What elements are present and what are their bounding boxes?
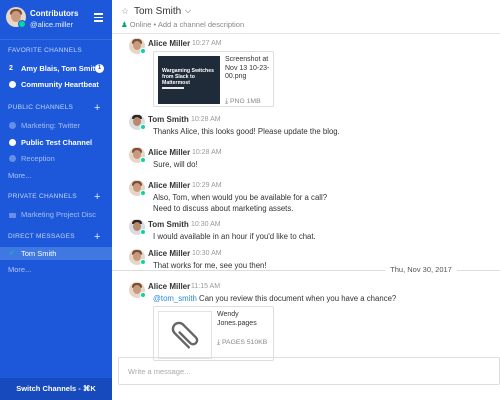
add-private-channel-icon[interactable]: + [94,192,100,203]
online-status-text: Online [129,20,152,29]
public-channels-more-link[interactable]: More... [8,171,31,180]
download-icon[interactable]: ⤓ [217,339,220,346]
online-status-icon [140,292,146,298]
online-status-icon [140,229,146,235]
post-username[interactable]: Alice Miller [148,249,190,258]
message-list[interactable]: Alice Miller 10:27 AM Wargaming Switches… [112,34,500,361]
sidebar-item-label: Public Test Channel [21,138,93,147]
post: Alice Miller 10:27 AM Wargaming Switches… [112,34,500,110]
lock-icon [9,213,16,218]
post-time: 10:28 AM [192,149,222,156]
sidebar-item-label: Community Heartbeat [21,80,99,89]
post-time: 11:15 AM [191,283,221,290]
online-check-icon: ✓ [9,250,15,257]
online-status-icon [140,157,146,163]
sidebar-item-label: Amy Blais, Tom Smith [21,64,100,73]
date-separator-label: Thu, Nov 30, 2017 [385,265,457,274]
post-time: 10:30 AM [191,221,221,228]
message-input[interactable] [119,358,499,384]
globe-icon [9,155,16,162]
globe-icon [9,122,16,129]
add-description-link[interactable]: Add a channel description [158,20,244,29]
post: Tom Smith 10:30 AM I would available in … [112,217,500,246]
favorite-channels-header: FAVORITE CHANNELS [8,47,82,54]
post-username[interactable]: Tom Smith [148,115,189,124]
file-thumbnail[interactable]: Wargaming Switches from Slack to Matterm… [158,56,220,104]
private-channels-header: PRIVATE CHANNELS [8,193,77,200]
post-message-line: Also, Tom, when would you be available f… [153,193,328,202]
user-status-icon: ♟ [121,20,128,29]
separator: • [153,20,157,29]
sidebar-item-community-heartbeat[interactable]: Community Heartbeat [0,78,112,91]
unread-badge: 1 [95,64,104,73]
message-input-box[interactable] [118,357,500,385]
team-name: Contributors [30,9,79,18]
file-name[interactable]: Screenshot at Nov 13 10-23-00.png [225,56,273,82]
sidebar-item-label: Reception [21,154,55,163]
group-message-icon: 2 [9,65,13,72]
thumbnail-title: Wargaming Switches from Slack to Matterm… [162,68,214,86]
post-time: 10:30 AM [192,250,222,257]
sidebar-item-amy-tom[interactable]: 2 Amy Blais, Tom Smith 1 [0,62,112,75]
sidebar-item-label: Marketing Project Disc [21,210,97,219]
public-channels-header: PUBLIC CHANNELS [8,104,74,111]
hamburger-menu-icon[interactable] [94,13,103,22]
file-meta: ⤓ PNG 1MB [225,98,261,105]
channel-header: ☆ Tom Smith ⌵ ♟ Online • Add a channel de… [112,0,500,34]
channel-subheader: ♟ Online • Add a channel description [121,20,244,29]
file-meta: ⤓ PAGES 510KB [217,339,268,346]
paperclip-icon [171,321,199,349]
globe-icon [9,139,16,146]
team-header[interactable]: Contributors @alice.miller [0,0,112,40]
post-message-line: Need to discuss about marketing assets. [153,204,294,213]
post-time: 10:28 AM [191,116,221,123]
post-username[interactable]: Tom Smith [148,220,189,229]
post-message: @tom_smith Can you review this document … [153,294,397,303]
user-mention[interactable]: @tom_smith [153,294,197,303]
sidebar-item-label: Tom Smith [21,249,57,258]
sidebar-item-reception[interactable]: Reception [0,152,112,165]
add-direct-message-icon[interactable]: + [94,232,100,243]
post-username[interactable]: Alice Miller [148,148,190,157]
online-status-icon [18,20,26,28]
add-public-channel-icon[interactable]: + [94,103,100,114]
sidebar-item-public-test-channel[interactable]: Public Test Channel [0,136,112,149]
post-username[interactable]: Alice Miller [148,181,190,190]
sidebar-item-label: Marketing: Twitter [21,121,81,130]
post: Alice Miller 11:15 AM @tom_smith Can you… [112,279,500,361]
current-username: @alice.miller [30,20,74,29]
post-message: I would available in an hour if you'd li… [153,232,316,241]
online-status-icon [140,190,146,196]
sidebar-item-tom-smith[interactable]: ✓ Tom Smith [0,247,112,260]
direct-messages-more-link[interactable]: More... [8,265,31,274]
direct-messages-header: DIRECT MESSAGES [8,233,75,240]
file-name[interactable]: Wendy Jones.pages [217,311,271,328]
post: Alice Miller 10:29 AM Also, Tom, when wo… [112,176,500,217]
post-username[interactable]: Alice Miller [148,282,190,291]
sidebar-item-marketing-twitter[interactable]: Marketing: Twitter [0,119,112,132]
download-icon[interactable]: ⤓ [225,98,228,105]
channel-title[interactable]: Tom Smith [134,6,181,17]
post-message: Sure, will do! [153,160,198,169]
switch-channels-button[interactable]: Switch Channels - ⌘K [0,378,112,400]
post-message: Thanks Alice, this looks good! Please up… [153,127,340,136]
post: Alice Miller 10:28 AM Sure, will do! [112,143,500,176]
favorite-star-icon[interactable]: ☆ [121,6,129,17]
post-time: 10:27 AM [192,40,222,47]
sidebar-item-marketing-project[interactable]: Marketing Project Disc [0,208,112,221]
file-attachment[interactable]: Wargaming Switches from Slack to Matterm… [153,51,274,107]
thumbnail-bar [162,87,184,89]
post-username[interactable]: Alice Miller [148,39,190,48]
date-separator: Thu, Nov 30, 2017 [112,265,500,275]
online-status-icon [140,124,146,130]
sidebar: Contributors @alice.miller FAVORITE CHAN… [0,0,112,400]
online-status-icon [140,48,146,54]
globe-icon [9,81,16,88]
file-preview[interactable] [158,311,212,359]
file-attachment[interactable]: Wendy Jones.pages ⤓ PAGES 510KB [153,306,274,361]
post: Tom Smith 10:28 AM Thanks Alice, this lo… [112,110,500,143]
chevron-down-icon[interactable]: ⌵ [185,6,191,16]
post-time: 10:29 AM [192,182,222,189]
